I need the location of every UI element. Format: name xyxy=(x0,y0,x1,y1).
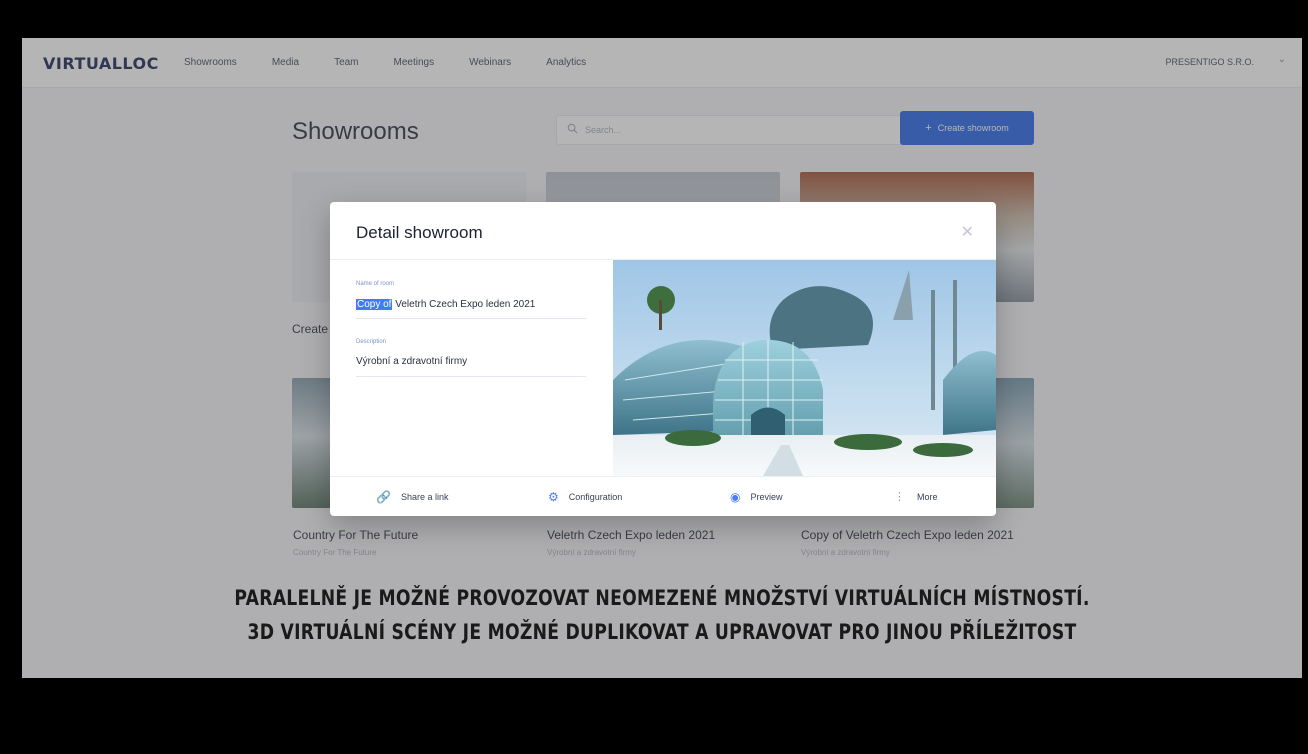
share-link-action[interactable]: 🔗 Share a link xyxy=(376,490,448,504)
close-icon[interactable]: ✕ xyxy=(961,222,974,242)
video-frame: VIRTUALLOC Showrooms Media Team Meetings… xyxy=(0,0,1308,754)
more-action[interactable]: ⋮ More xyxy=(894,490,938,503)
selected-text: Copy of xyxy=(356,299,393,310)
modal-title: Detail showroom xyxy=(356,223,483,242)
description-field-underline xyxy=(356,376,586,377)
configuration-label: Configuration xyxy=(568,492,623,502)
caption-line-1: PARALELNĚ JE MOŽNÉ PROVOZOVAT NEOMEZENÉ … xyxy=(234,586,1090,610)
eye-icon: ◉ xyxy=(730,490,741,504)
name-field-label: Name of room xyxy=(356,281,395,287)
description-field[interactable]: Výrobní a zdravotní firmy xyxy=(356,356,467,367)
more-vertical-icon: ⋮ xyxy=(894,491,905,503)
name-field-underline xyxy=(356,318,586,319)
showroom-preview-image xyxy=(613,260,996,476)
configuration-action[interactable]: ⚙ Configuration xyxy=(548,490,622,504)
link-icon: 🔗 xyxy=(376,490,391,504)
more-label: More xyxy=(917,491,938,502)
preview-action[interactable]: ◉ Preview xyxy=(730,490,783,504)
app-screen: VIRTUALLOC Showrooms Media Team Meetings… xyxy=(22,38,1302,678)
name-field[interactable]: Copy of Veletrh Czech Expo leden 2021 xyxy=(356,299,535,310)
gear-icon: ⚙ xyxy=(548,490,559,504)
caption-line-2: 3D VIRTUÁLNÍ SCÉNY JE MOŽNÉ DUPLIKOVAT A… xyxy=(247,620,1077,644)
description-field-label: Description xyxy=(356,339,387,345)
modal-actions-bar: 🔗 Share a link ⚙ Configuration ◉ Preview… xyxy=(330,476,996,516)
detail-showroom-modal: Detail showroom ✕ Name of room Copy of V… xyxy=(330,202,996,516)
share-link-label: Share a link xyxy=(400,492,449,502)
name-text: Veletrh Czech Expo leden 2021 xyxy=(392,299,536,310)
preview-label: Preview xyxy=(750,492,783,502)
